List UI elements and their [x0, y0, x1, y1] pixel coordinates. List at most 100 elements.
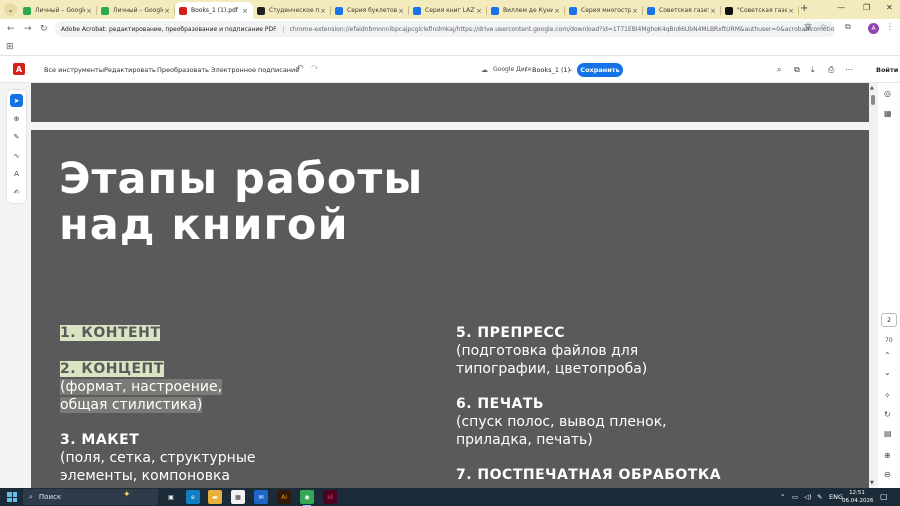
kebab-menu-icon[interactable]: ⋮	[886, 22, 894, 31]
system-clock[interactable]: 12:51 06.04.2026	[842, 489, 874, 505]
translate-icon[interactable]: 文	[804, 22, 812, 33]
tab-close-icon[interactable]: ×	[319, 7, 327, 15]
illustrator-icon[interactable]: Ai	[277, 490, 291, 504]
scroll-thumb[interactable]	[871, 95, 875, 105]
page-fit-icon[interactable]: ▤	[884, 429, 892, 438]
edge-browser-icon[interactable]: e	[186, 490, 200, 504]
zoom-in-icon[interactable]: ⊕	[884, 451, 891, 460]
browser-tab[interactable]: Серия многостр ×	[565, 2, 643, 19]
network-icon[interactable]: ▭	[792, 493, 798, 501]
reload-icon[interactable]: ↻	[40, 24, 48, 34]
menu-convert[interactable]: Преобразовать	[157, 66, 209, 74]
browser-tab[interactable]: Студенческое пр ×	[253, 2, 331, 19]
zoom-out-icon[interactable]: ⊖	[884, 470, 891, 479]
prev-page-icon[interactable]: ⌃	[884, 351, 891, 360]
page-view-icon[interactable]: ⧉	[794, 65, 800, 75]
tab-close-icon[interactable]: ×	[631, 7, 639, 15]
browser-tab[interactable]: Виллем де Кунин ×	[487, 2, 565, 19]
document-viewport[interactable]: Этапы работы над книгой 1. КОНТЕНТ 2. КО…	[0, 83, 878, 488]
store-icon[interactable]: ▦	[231, 490, 245, 504]
browser-tab[interactable]: Личный – Google ×	[97, 2, 175, 19]
url-text[interactable]: chrome-extension://efaidnbmnnnibpcajpcgl…	[290, 26, 835, 33]
tab-favicon-icon	[179, 6, 187, 15]
bookmark-star-icon[interactable]: ☆	[820, 22, 827, 31]
stage-description: элементы, компоновка	[60, 468, 230, 484]
omnibox[interactable]: Adobe Acrobat: редактирование, преобразо…	[55, 21, 835, 37]
more-options-icon[interactable]: ⋯	[845, 65, 853, 74]
rotate-icon[interactable]: ↻	[884, 410, 891, 419]
restore-icon[interactable]: ❐	[863, 3, 870, 12]
acrobat-logo-icon[interactable]: A	[13, 63, 25, 75]
chevron-down-icon[interactable]: ⌄	[568, 66, 573, 73]
highlight-pen-icon[interactable]: ✎	[10, 130, 23, 143]
stage-3: 3. МАКЕТ (поля, сетка, структурные элеме…	[60, 431, 430, 485]
close-window-icon[interactable]: ✕	[886, 3, 893, 12]
tab-search-button[interactable]: ⌄	[4, 3, 17, 16]
stage-heading: 3. МАКЕТ	[60, 432, 140, 448]
tab-close-icon[interactable]: ×	[709, 7, 717, 15]
menu-all-tools[interactable]: Все инструменты	[44, 66, 104, 74]
browser-tab[interactable]: Серия буклетов ×	[331, 2, 409, 19]
login-button[interactable]: Войти	[876, 66, 898, 74]
document-scrollbar[interactable]: ▲ ▼	[869, 83, 878, 488]
download-icon[interactable]: ⤓	[811, 65, 815, 75]
file-name[interactable]: Books_1 (1)	[532, 66, 570, 74]
language-indicator[interactable]: ENG	[829, 493, 843, 501]
task-view-icon[interactable]: ▣	[164, 490, 178, 504]
zoom-comment-icon[interactable]: ⊕	[10, 112, 23, 125]
chrome-icon[interactable]: ◉	[300, 490, 314, 506]
page-number-field[interactable]: 2	[881, 313, 897, 327]
browser-tab[interactable]: "Советская газе ×	[721, 2, 799, 19]
print-icon[interactable]: ⎙	[828, 65, 834, 75]
ai-assistant-icon[interactable]: ◎	[884, 89, 891, 98]
clock-date: 06.04.2026	[842, 498, 874, 504]
apps-grid-icon[interactable]: ⊞	[6, 42, 14, 52]
mail-icon[interactable]: ✉	[254, 490, 268, 504]
sign-stamp-icon[interactable]: ✍	[10, 185, 23, 198]
profile-avatar[interactable]: A	[868, 23, 879, 34]
tab-close-icon[interactable]: ×	[475, 7, 483, 15]
file-explorer-icon[interactable]: ▬	[208, 490, 222, 504]
thumbnails-grid-icon[interactable]: ▦	[884, 109, 892, 118]
select-cursor-icon[interactable]: ➤	[10, 94, 23, 107]
scroll-down-icon[interactable]: ▼	[870, 480, 874, 486]
text-select-icon[interactable]: A	[10, 167, 23, 180]
stage-description: приладка, печать)	[456, 432, 593, 448]
site-chip[interactable]: Adobe Acrobat: редактирование, преобразо…	[61, 25, 284, 33]
menu-edit[interactable]: Редактировать	[104, 66, 156, 74]
tab-close-icon[interactable]: ×	[85, 7, 93, 15]
tab-close-icon[interactable]: ×	[241, 7, 249, 15]
windows-start-icon[interactable]	[7, 492, 17, 502]
browser-tab[interactable]: Личный – Google ×	[19, 2, 97, 19]
tab-favicon-icon	[23, 6, 31, 15]
browser-tab[interactable]: Советская газет ×	[643, 2, 721, 19]
tab-close-icon[interactable]: ×	[787, 7, 795, 15]
undo-icon[interactable]: ↶	[296, 64, 304, 74]
tab-title: Серия буклетов	[347, 7, 397, 14]
tab-close-icon[interactable]: ×	[163, 7, 171, 15]
forward-icon[interactable]: →	[24, 24, 32, 34]
new-tab-button[interactable]: +	[800, 3, 808, 14]
notification-icon[interactable]: ▢	[880, 492, 888, 501]
tab-close-icon[interactable]: ×	[553, 7, 561, 15]
search-icon[interactable]: ⌕	[777, 65, 781, 75]
pen-tray-icon[interactable]: ✎	[817, 493, 822, 501]
save-button[interactable]: Сохранить	[577, 63, 623, 77]
next-page-icon[interactable]: ⌄	[884, 368, 891, 377]
redo-icon[interactable]: ↷	[311, 64, 319, 74]
tab-title: Студенческое пр	[269, 7, 319, 14]
minimize-icon[interactable]: —	[837, 3, 845, 12]
indesign-icon[interactable]: Id	[323, 490, 337, 504]
browser-tab[interactable]: Books_1 (1).pdf ×	[175, 2, 253, 19]
taskbar-search[interactable]: ⌕ Поиск	[23, 489, 158, 505]
extensions-icon[interactable]: ⧉	[845, 22, 851, 32]
menu-e-sign[interactable]: Электронное подписание	[211, 66, 299, 74]
scroll-up-icon[interactable]: ▲	[870, 85, 874, 91]
back-icon[interactable]: ←	[7, 24, 15, 34]
volume-icon[interactable]: ◁)	[804, 493, 812, 501]
ai-sparkle-icon[interactable]: ✧	[884, 391, 891, 400]
tray-chevron-icon[interactable]: ⌃	[780, 493, 785, 501]
browser-tab[interactable]: Серия книг LAZY ×	[409, 2, 487, 19]
draw-freehand-icon[interactable]: ∿	[10, 149, 23, 162]
tab-close-icon[interactable]: ×	[397, 7, 405, 15]
